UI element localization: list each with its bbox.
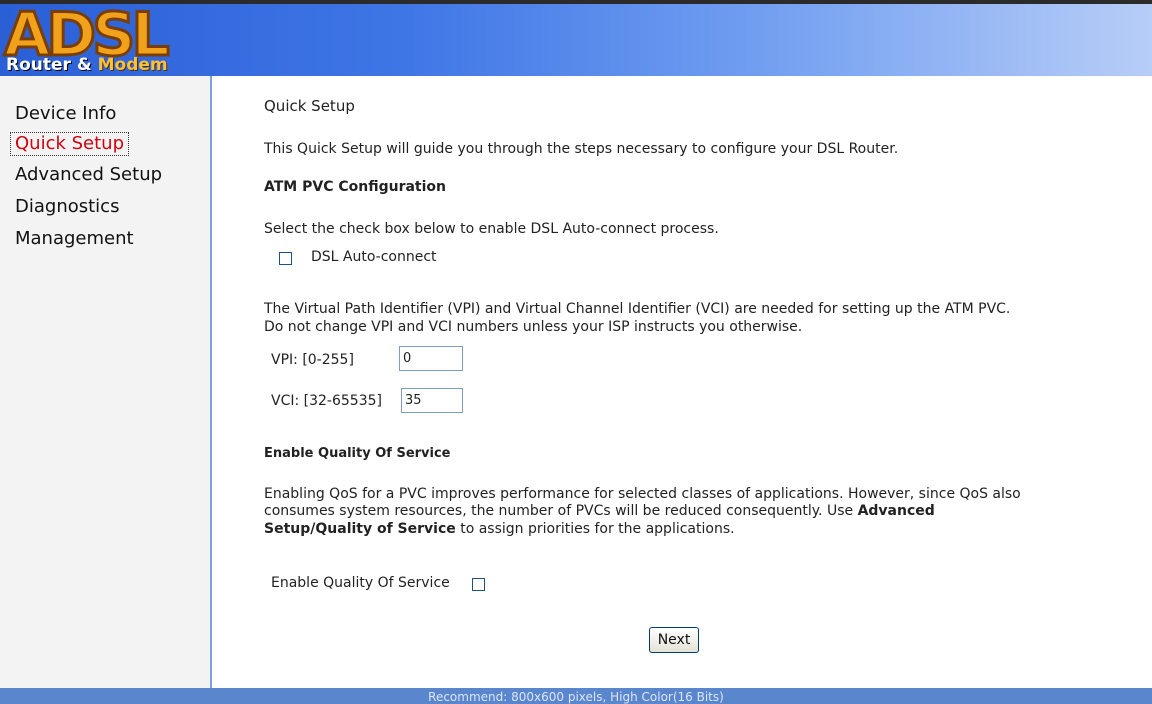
header-banner: ADSL Router & Modem bbox=[0, 4, 1152, 76]
logo-subtitle: Router & Modem bbox=[6, 56, 168, 74]
intro-text: This Quick Setup will guide you through … bbox=[264, 141, 899, 157]
sidebar-item-management[interactable]: Management bbox=[11, 228, 138, 250]
enable-qos-label: Enable Quality Of Service bbox=[271, 575, 450, 591]
vpi-input[interactable] bbox=[399, 346, 463, 371]
sidebar-item-quick-setup[interactable]: Quick Setup bbox=[9, 132, 130, 156]
vci-input[interactable] bbox=[401, 388, 463, 413]
logo-subtitle-modem: Modem bbox=[97, 55, 168, 75]
sidebar-item-advanced-setup[interactable]: Advanced Setup bbox=[11, 164, 166, 186]
qos-description-link-advanced: Advanced bbox=[857, 503, 935, 519]
qos-description-line1: Enabling QoS for a PVC improves performa… bbox=[264, 486, 1021, 502]
vpi-vci-description-line2: Do not change VPI and VCI numbers unless… bbox=[264, 319, 803, 335]
qos-description-line2-text: consumes system resources, the number of… bbox=[264, 503, 858, 519]
next-button[interactable]: Next bbox=[649, 627, 699, 653]
atm-pvc-heading: ATM PVC Configuration bbox=[264, 179, 446, 195]
vpi-label: VPI: [0-255] bbox=[271, 352, 354, 368]
dsl-auto-connect-label: DSL Auto-connect bbox=[311, 249, 437, 265]
logo-subtitle-amp: & bbox=[70, 55, 98, 75]
qos-description-line2: consumes system resources, the number of… bbox=[264, 503, 935, 520]
enable-qos-checkbox[interactable] bbox=[472, 578, 485, 591]
vci-label: VCI: [32-65535] bbox=[271, 393, 382, 409]
vpi-vci-description-line1: The Virtual Path Identifier (VPI) and Vi… bbox=[264, 301, 1011, 317]
dsl-auto-connect-checkbox[interactable] bbox=[279, 252, 292, 265]
sidebar-item-diagnostics[interactable]: Diagnostics bbox=[11, 196, 123, 218]
qos-description-link-qos: Setup/Quality of Service bbox=[264, 521, 456, 537]
logo-subtitle-router: Router bbox=[6, 55, 71, 75]
qos-description-line3-text: to assign priorities for the application… bbox=[455, 521, 735, 537]
sidebar-item-device-info[interactable]: Device Info bbox=[11, 103, 120, 125]
page-title: Quick Setup bbox=[264, 97, 355, 115]
qos-heading: Enable Quality Of Service bbox=[264, 446, 451, 461]
footer-recommendation: Recommend: 800x600 pixels, High Color(16… bbox=[0, 688, 1152, 704]
qos-description-line3: Setup/Quality of Service to assign prior… bbox=[264, 521, 735, 538]
sidebar: Device Info Quick Setup Advanced Setup D… bbox=[0, 76, 212, 688]
auto-connect-instruction: Select the check box below to enable DSL… bbox=[264, 221, 719, 237]
